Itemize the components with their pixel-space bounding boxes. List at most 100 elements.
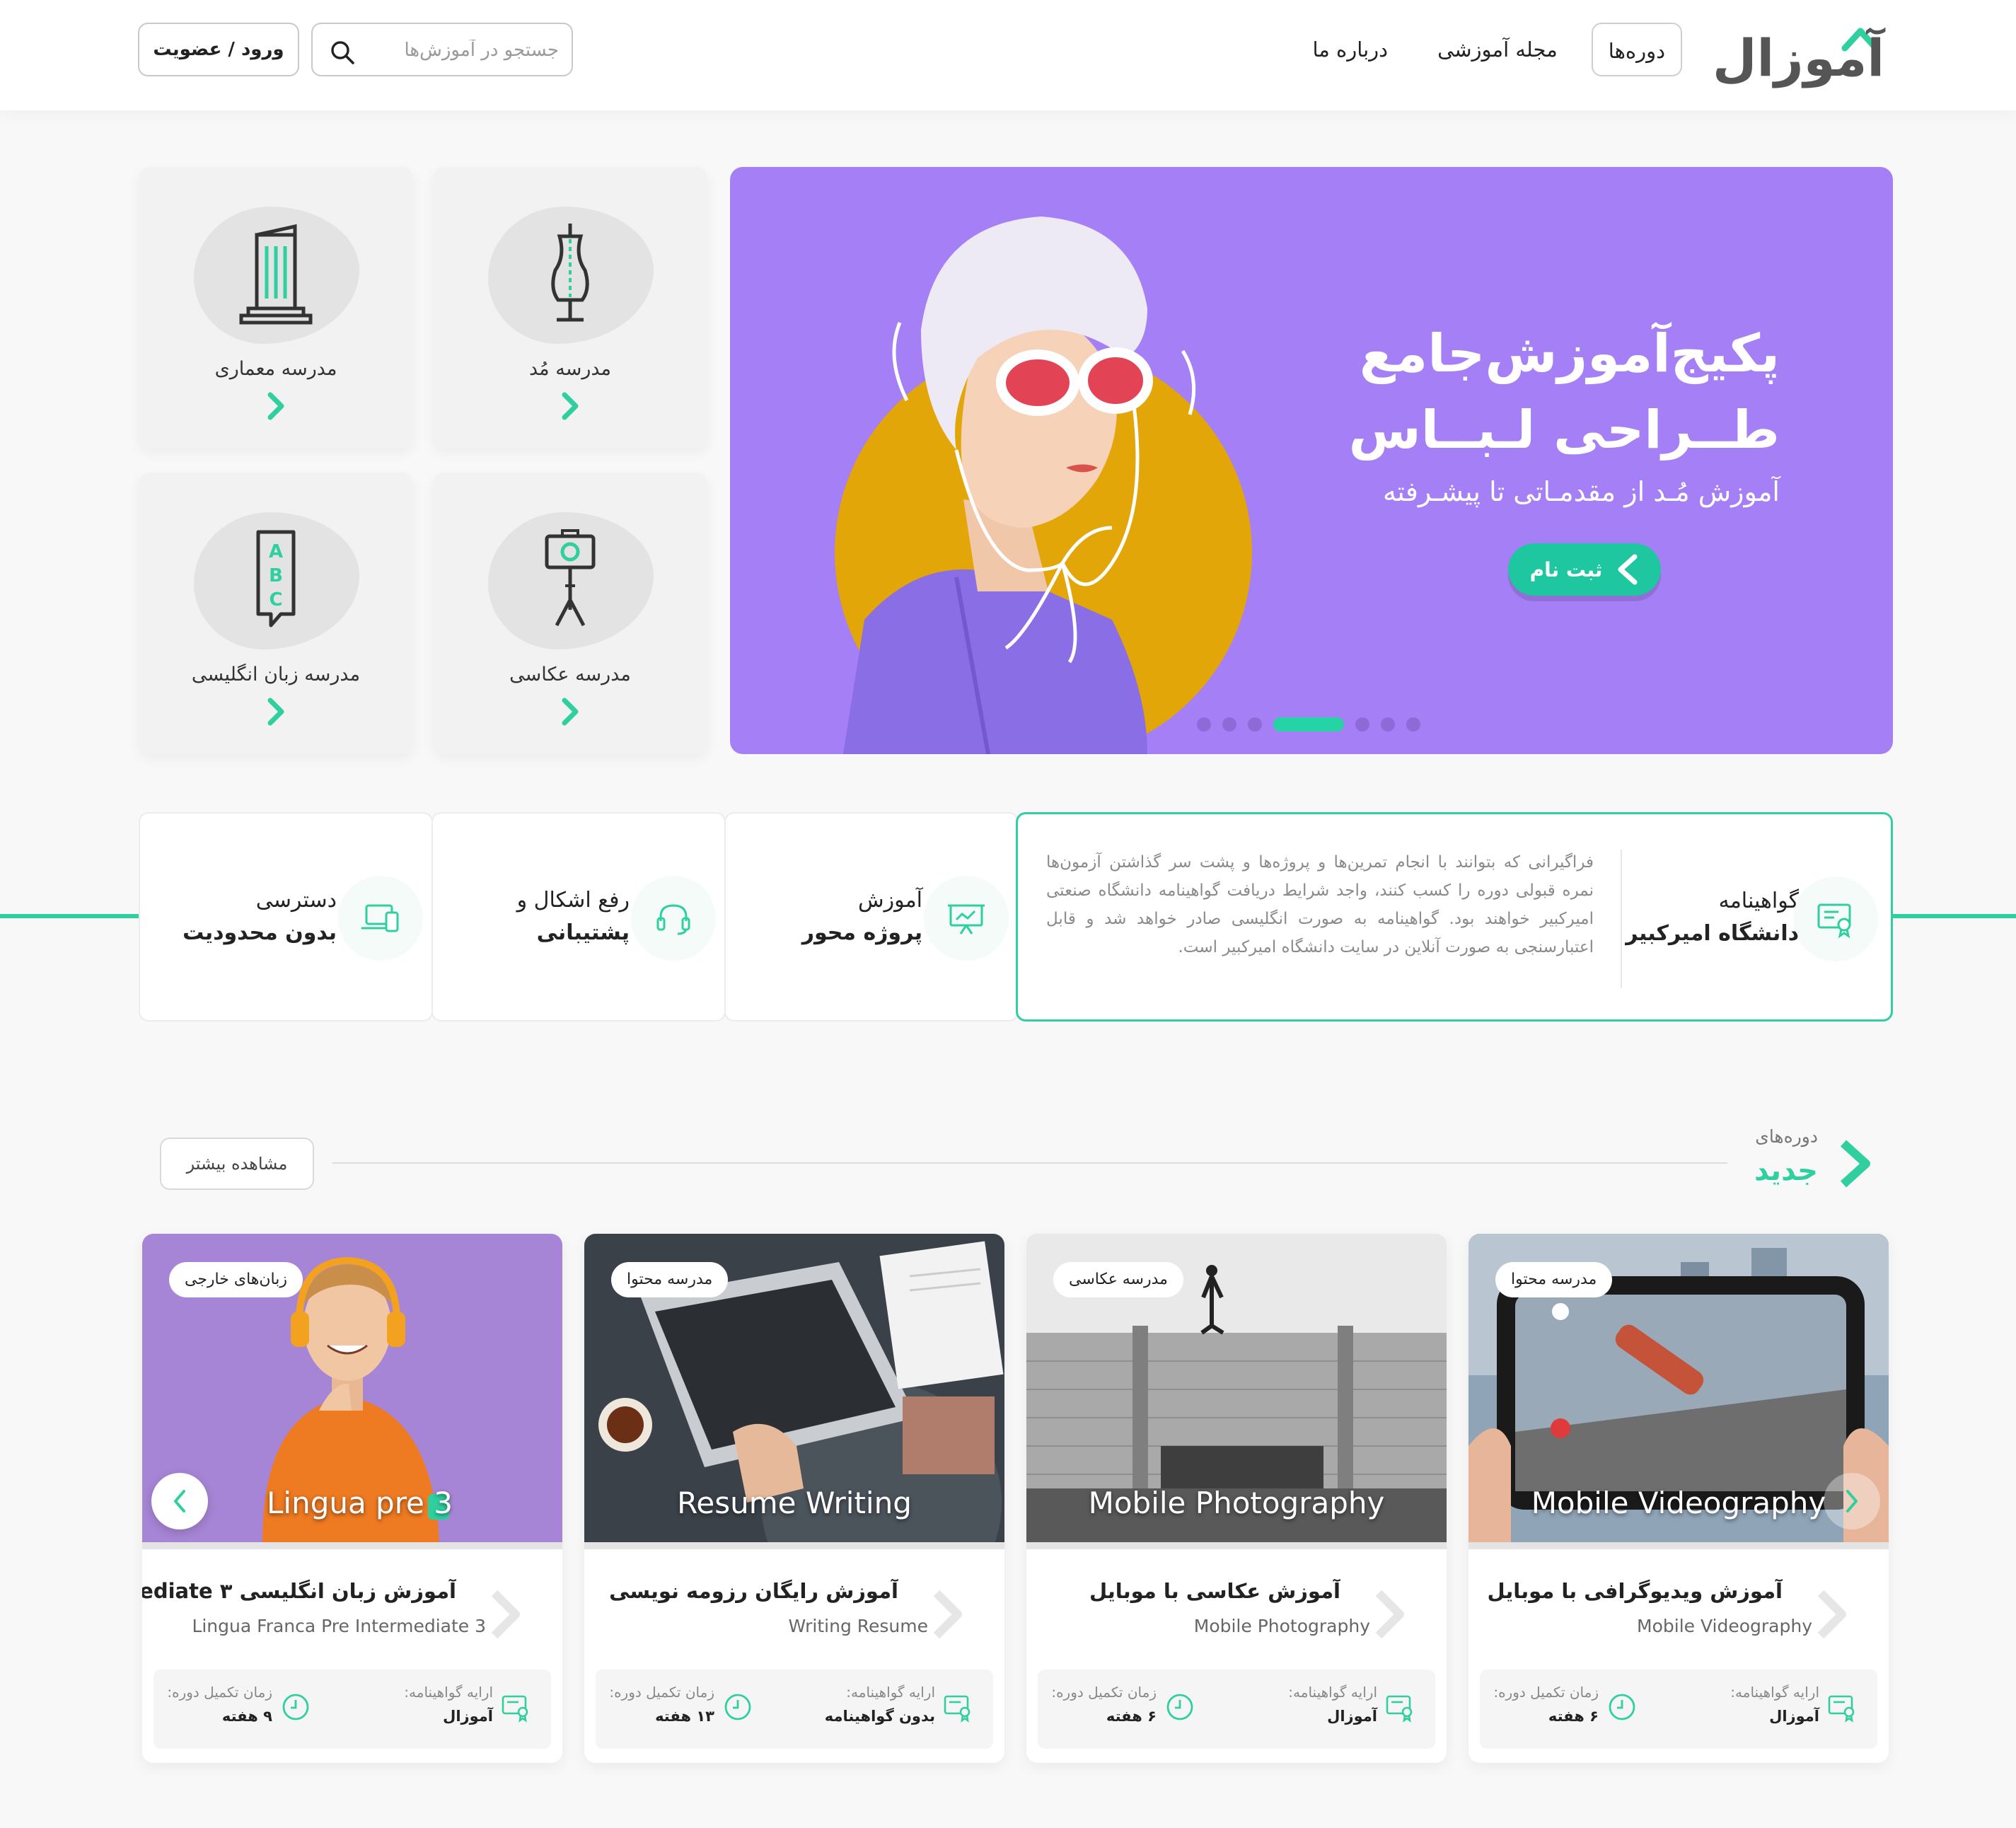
slider-dot-active[interactable] bbox=[1273, 717, 1344, 731]
devices-icon bbox=[361, 904, 399, 932]
chevron-right-icon[interactable] bbox=[927, 1579, 971, 1648]
clock-icon bbox=[282, 1694, 309, 1720]
logo-text: آموزال bbox=[1713, 28, 1886, 88]
course-badge: زبان‌های خارجی bbox=[169, 1262, 303, 1297]
feature-access: دسترسی بدون محدودیت bbox=[139, 812, 433, 1022]
course-meta: ارایه گواهینامه: بدون گواهینامه زمان تکم… bbox=[596, 1670, 993, 1749]
chevron-right-icon[interactable] bbox=[485, 1579, 528, 1648]
search-box bbox=[311, 23, 573, 76]
slider-prev-button[interactable] bbox=[151, 1473, 208, 1529]
course-certificate-value: آموزال bbox=[1327, 1708, 1377, 1725]
chevron-right-icon bbox=[1840, 1140, 1870, 1188]
slider-dot[interactable] bbox=[1248, 717, 1262, 731]
hero-banner[interactable]: پکیج‌آموزش‌جامع طــراحی لـبــاس آموزش مُ… bbox=[730, 167, 1893, 754]
feature-title: رفع اشکال و پشتیبانی bbox=[517, 884, 630, 949]
category-photography[interactable]: مدرسه عکاسی bbox=[433, 473, 707, 754]
course-title[interactable]: آموزش زبان انگلیسی ۳ Lingua Franca Pre I… bbox=[142, 1579, 456, 1603]
feature-title: گواهینامه دانشگاه امیرکبیر bbox=[1626, 885, 1799, 950]
abc-speech-icon: A B C bbox=[256, 530, 296, 627]
certificate-icon bbox=[944, 1695, 971, 1723]
category-label: مدرسه زبان انگلیسی bbox=[191, 664, 361, 686]
chevron-right-icon[interactable] bbox=[262, 696, 290, 727]
course-duration: زمان تکمیل دوره: ۹ هفته bbox=[167, 1684, 272, 1733]
chevron-right-icon[interactable] bbox=[262, 391, 290, 422]
feature-title-line2: دانشگاه امیرکبیر bbox=[1626, 921, 1799, 946]
feature-title-line1: دسترسی bbox=[255, 888, 337, 913]
course-duration-value: ۱۳ هفته bbox=[655, 1708, 714, 1725]
course-certificate-value: آموزال bbox=[1769, 1708, 1819, 1725]
feature-icon-wrap bbox=[924, 876, 1009, 961]
course-image-bar bbox=[584, 1542, 1004, 1549]
category-english[interactable]: A B C مدرسه زبان انگلیسی bbox=[139, 473, 413, 754]
course-image: Mobile Photography مدرسه عکاسی bbox=[1026, 1234, 1447, 1542]
course-duration-value: ۶ هفته bbox=[1106, 1708, 1157, 1725]
certificate-icon bbox=[1828, 1695, 1855, 1723]
slider-dot[interactable] bbox=[1222, 717, 1236, 731]
feature-description: فراگیرانی که بتوانند با انجام تمرین‌ها و… bbox=[1046, 853, 1594, 956]
site-logo[interactable]: آموزال bbox=[1713, 21, 1886, 88]
search-icon[interactable] bbox=[328, 38, 357, 66]
course-duration-value: ۹ هفته bbox=[221, 1708, 272, 1725]
svg-text:A: A bbox=[269, 541, 283, 562]
category-label: مدرسه عکاسی bbox=[509, 664, 631, 686]
decor-line-left bbox=[0, 914, 141, 918]
course-duration-label: زمان تکمیل دوره: bbox=[609, 1684, 714, 1701]
hero-subtitle: آموزش مُـد از مقدمـاتی تا پیشـرفته bbox=[1382, 476, 1780, 507]
course-title[interactable]: آموزش عکاسی با موبایل bbox=[1026, 1579, 1340, 1603]
nav-about[interactable]: درباره ما bbox=[1297, 23, 1403, 76]
feature-title-line1: گواهینامه bbox=[1718, 889, 1799, 913]
course-duration-value: ۶ هفته bbox=[1548, 1708, 1599, 1725]
clock-icon bbox=[724, 1694, 751, 1720]
section-heading-big: جدید bbox=[1754, 1155, 1818, 1187]
chevron-right-icon[interactable] bbox=[556, 696, 584, 727]
course-card[interactable]: Resume Writing مدرسه محتوا آموزش رایگان … bbox=[584, 1234, 1004, 1763]
category-label: مدرسه مُد bbox=[529, 358, 611, 380]
slider-dot[interactable] bbox=[1197, 717, 1211, 731]
presentation-board-icon bbox=[948, 904, 985, 935]
course-meta: ارایه گواهینامه: آموزال زمان تکمیل دوره:… bbox=[153, 1670, 551, 1749]
course-certificate: ارایه گواهینامه: آموزال bbox=[1730, 1684, 1819, 1733]
course-card[interactable]: Mobile Photography مدرسه عکاسی آموزش عکا… bbox=[1026, 1234, 1447, 1763]
course-image: Resume Writing مدرسه محتوا bbox=[584, 1234, 1004, 1542]
feature-separator bbox=[1621, 850, 1622, 988]
feature-title: دسترسی بدون محدودیت bbox=[183, 884, 337, 949]
category-fashion[interactable]: مدرسه مُد bbox=[433, 167, 707, 449]
slider-dot[interactable] bbox=[1406, 717, 1420, 731]
course-title[interactable]: آموزش رایگان رزومه نویسی bbox=[584, 1579, 898, 1603]
nav-courses[interactable]: دوره‌ها bbox=[1591, 23, 1682, 76]
category-architecture[interactable]: مدرسه معماری bbox=[139, 167, 413, 449]
headset-icon bbox=[656, 904, 690, 935]
course-certificate-label: ارایه گواهینامه: bbox=[404, 1684, 493, 1701]
slider-next-button[interactable] bbox=[1824, 1473, 1880, 1529]
login-button[interactable]: ورود / عضویت bbox=[138, 23, 299, 76]
chevron-right-icon[interactable] bbox=[556, 391, 584, 422]
course-certificate-label: ارایه گواهینامه: bbox=[846, 1684, 935, 1701]
chevron-right-icon[interactable] bbox=[1811, 1579, 1855, 1648]
nav-magazine[interactable]: مجله آموزشی bbox=[1422, 23, 1573, 76]
course-certificate-label: ارایه گواهینامه: bbox=[1730, 1684, 1819, 1701]
course-meta: ارایه گواهینامه: آموزال زمان تکمیل دوره:… bbox=[1038, 1670, 1435, 1749]
section-heading-new-courses: دوره‌های جدید bbox=[1726, 1118, 1882, 1203]
camera-tripod-icon bbox=[545, 529, 596, 627]
dress-form-icon bbox=[551, 224, 589, 322]
svg-text:C: C bbox=[269, 589, 282, 611]
feature-title-line1: آموزش bbox=[857, 888, 922, 913]
feature-icon-wrap bbox=[338, 876, 423, 961]
course-subtitle: Writing Resume bbox=[788, 1616, 928, 1636]
feature-support: رفع اشکال و پشتیبانی bbox=[431, 812, 726, 1022]
hero-signup-button[interactable]: ثبت نام bbox=[1508, 543, 1661, 596]
course-subtitle: Mobile Photography bbox=[1193, 1616, 1370, 1636]
slider-dot[interactable] bbox=[1355, 717, 1369, 731]
chevron-right-icon[interactable] bbox=[1369, 1579, 1413, 1648]
view-more-button[interactable]: مشاهده بیشتر bbox=[160, 1138, 314, 1190]
hero-signup-label: ثبت نام bbox=[1529, 557, 1603, 582]
certificate-icon bbox=[1817, 903, 1851, 939]
course-badge: مدرسه محتوا bbox=[611, 1262, 729, 1297]
course-duration-label: زمان تکمیل دوره: bbox=[1493, 1684, 1599, 1701]
course-title[interactable]: آموزش ویدیوگرافی با موبایل bbox=[1468, 1579, 1783, 1603]
search-input[interactable] bbox=[368, 33, 559, 68]
slider-dot[interactable] bbox=[1381, 717, 1395, 731]
building-column-icon bbox=[239, 224, 313, 325]
course-badge: مدرسه عکاسی bbox=[1053, 1262, 1183, 1297]
course-badge: مدرسه محتوا bbox=[1495, 1262, 1613, 1297]
